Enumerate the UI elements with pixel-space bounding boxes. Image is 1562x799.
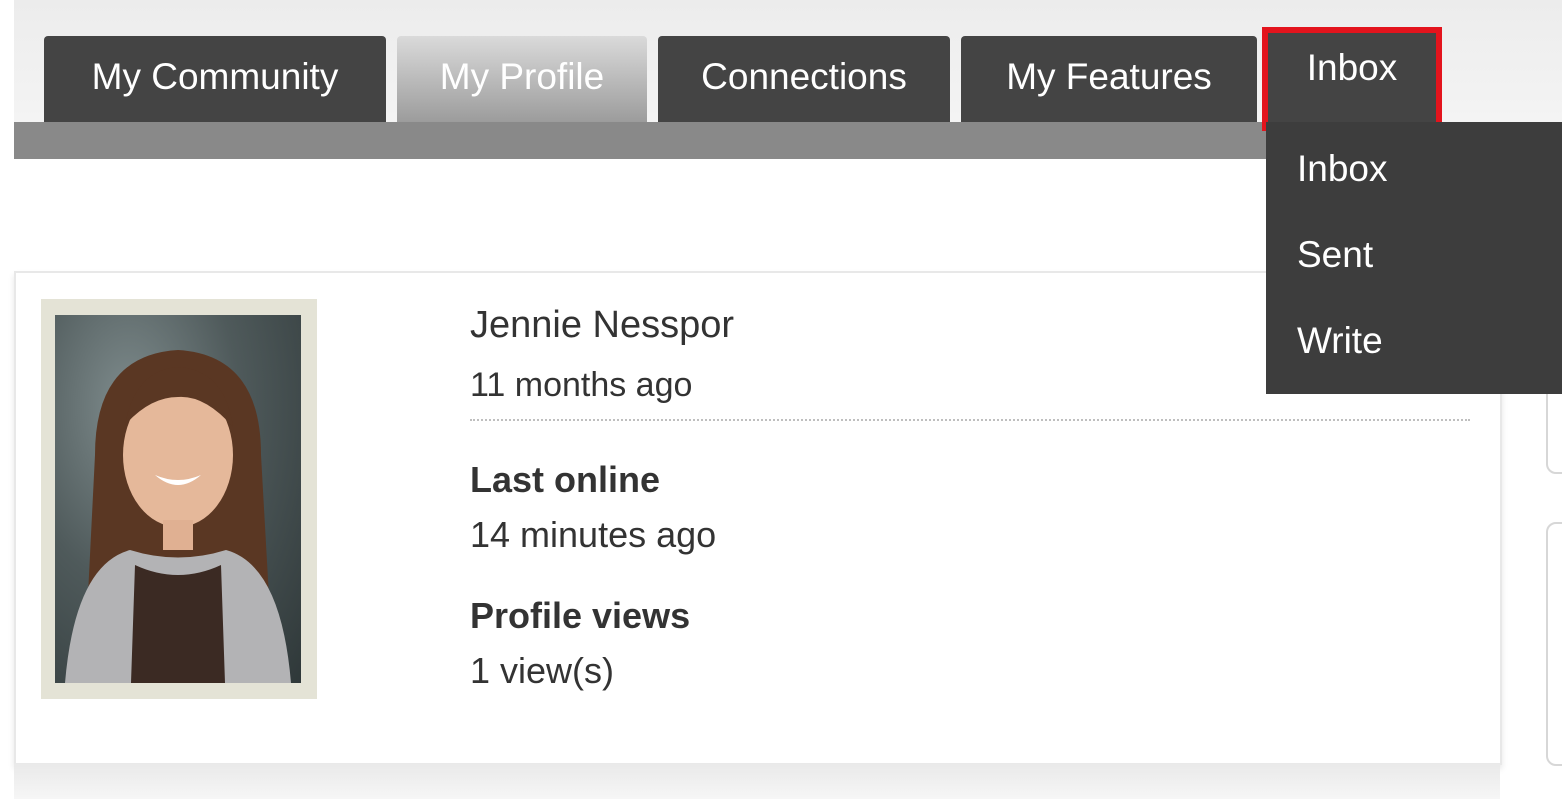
profile-views-value: 1 view(s) — [470, 650, 615, 691]
tab-my-profile[interactable]: My Profile — [397, 36, 647, 122]
avatar[interactable] — [41, 299, 317, 699]
tab-my-features[interactable]: My Features — [961, 36, 1257, 122]
divider — [470, 419, 1470, 421]
tab-my-community[interactable]: My Community — [44, 36, 386, 122]
profile-views-label: Profile views — [470, 595, 691, 636]
avatar-photo — [55, 315, 301, 683]
menu-item-write[interactable]: Write — [1297, 320, 1383, 362]
last-online-value: 14 minutes ago — [470, 514, 717, 555]
menu-item-inbox[interactable]: Inbox — [1297, 148, 1388, 190]
profile-photo-image — [65, 350, 291, 683]
tab-inbox[interactable]: Inbox — [1262, 27, 1442, 131]
tab-connections[interactable]: Connections — [658, 36, 950, 122]
header-edge — [0, 0, 14, 160]
inbox-dropdown-menu: Inbox Sent Write — [1266, 122, 1562, 394]
menu-item-sent[interactable]: Sent — [1297, 234, 1373, 276]
last-online-label: Last online — [470, 459, 661, 500]
side-panel — [1546, 522, 1562, 766]
profile-joined: 11 months ago — [470, 366, 693, 404]
profile-name[interactable]: Jennie Nesspor — [470, 304, 734, 347]
card-shadow — [14, 763, 1500, 799]
